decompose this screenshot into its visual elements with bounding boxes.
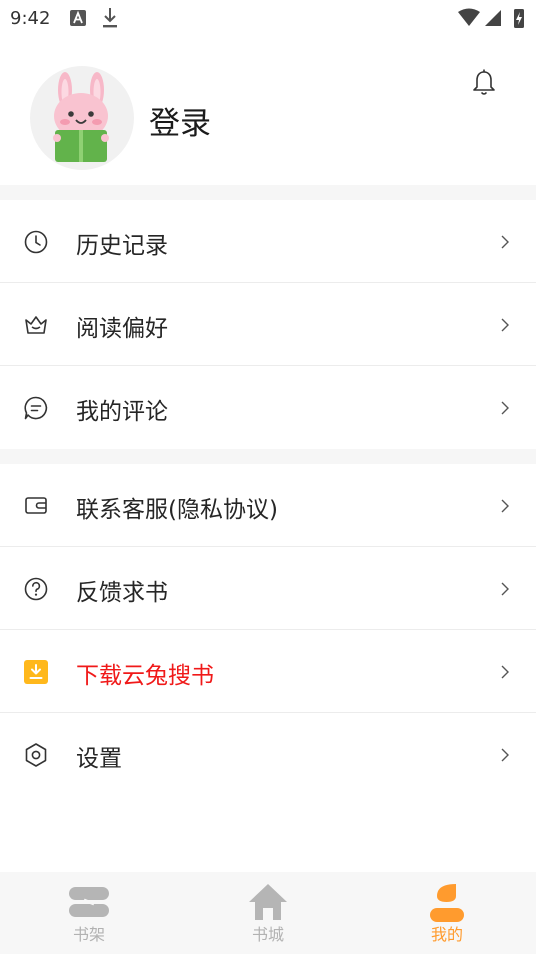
question-icon	[24, 577, 48, 601]
menu-item-history[interactable]: 历史记录	[0, 200, 536, 283]
download-notification-icon	[103, 8, 117, 28]
status-icons	[458, 8, 524, 28]
tab-label: 书架	[72, 925, 105, 944]
download-icon	[24, 660, 48, 684]
menu-label: 历史记录	[76, 233, 168, 259]
crown-icon	[25, 316, 47, 334]
wifi-icon	[458, 8, 480, 26]
menu-item-my-comments[interactable]: 我的评论	[0, 366, 536, 449]
tab-bookstore[interactable]: 书城	[179, 872, 357, 954]
bottom-tab-bar: 书架 书城 我的	[0, 872, 536, 954]
app-notification-icon	[70, 10, 86, 26]
profile-icon	[430, 884, 464, 922]
login-label[interactable]: 登录	[149, 98, 211, 143]
chevron-right-icon	[501, 582, 509, 596]
settings-icon	[25, 743, 47, 767]
menu-label: 反馈求书	[76, 580, 168, 606]
chevron-right-icon	[501, 318, 509, 332]
tab-bookshelf[interactable]: 书架	[0, 872, 178, 954]
menu-label: 联系客服(隐私协议)	[76, 497, 278, 523]
status-time: 9:42	[10, 8, 51, 29]
chevron-right-icon	[501, 665, 509, 679]
menu-label: 设置	[76, 746, 122, 772]
chevron-right-icon	[501, 401, 509, 415]
menu-item-feedback[interactable]: 反馈求书	[0, 547, 536, 630]
clock-icon	[24, 230, 48, 254]
menu-label: 阅读偏好	[76, 316, 168, 342]
home-icon	[249, 884, 287, 920]
bookshelf-icon	[69, 887, 109, 917]
menu-item-download-app[interactable]: 下载云兔搜书	[0, 630, 536, 713]
menu-label: 下载云兔搜书	[76, 663, 214, 689]
menu-item-contact-support[interactable]: 联系客服(隐私协议)	[0, 464, 536, 547]
chevron-right-icon	[501, 499, 509, 513]
bunny-reading-icon	[53, 72, 109, 162]
chevron-right-icon	[501, 235, 509, 249]
menu-label: 我的评论	[76, 399, 168, 425]
tab-label: 书城	[251, 925, 284, 944]
tab-mine[interactable]: 我的	[358, 872, 536, 954]
bell-icon[interactable]	[469, 68, 499, 98]
tab-label: 我的	[430, 925, 463, 944]
avatar[interactable]	[30, 66, 134, 170]
status-bar: 9:42	[0, 0, 536, 38]
menu-item-settings[interactable]: 设置	[0, 713, 536, 796]
profile-header: 登录	[0, 38, 536, 185]
section-divider	[0, 185, 536, 200]
section-divider	[0, 449, 536, 464]
chevron-right-icon	[501, 748, 509, 762]
menu-item-reading-preference[interactable]: 阅读偏好	[0, 283, 536, 366]
signal-icon	[485, 10, 501, 26]
wallet-icon	[25, 497, 47, 514]
comment-icon	[24, 396, 48, 420]
